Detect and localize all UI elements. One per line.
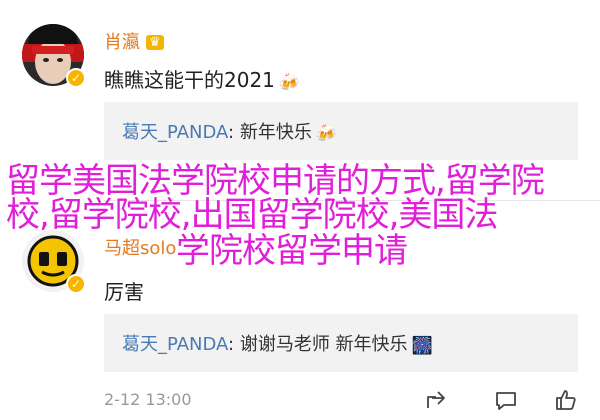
comment-text-content: 瞧瞧这能干的2021 (104, 68, 275, 92)
reply-username[interactable]: 葛天_PANDA (122, 122, 228, 143)
username-text: 马超solo (104, 238, 177, 259)
reply-box[interactable]: 葛天_PANDA: 新年快乐 🍻 (104, 102, 578, 160)
reply-separator: : (228, 122, 240, 143)
username[interactable]: 肖瀛 ♛ (104, 28, 164, 54)
reply-text: 谢谢马老师 新年快乐 (239, 334, 408, 355)
overlay-text-line-3: 学院校留学申请 (176, 231, 408, 271)
comment-text-content: 厉害 (104, 280, 144, 304)
thumbs-up-icon[interactable] (554, 388, 578, 412)
beer-emoji-icon: 🍻 (315, 124, 337, 144)
avatar[interactable]: ✓ (22, 230, 86, 294)
vip-icon: ♛ (146, 35, 164, 50)
comment-text: 瞧瞧这能干的2021 🍻 (104, 64, 300, 93)
reply-username[interactable]: 葛天_PANDA (122, 334, 228, 355)
overlay-text-line-2: 校,留学院校,出国留学院校,美国法 (6, 195, 498, 235)
verified-badge-icon: ✓ (66, 68, 86, 88)
verified-badge-icon: ✓ (66, 274, 86, 294)
username-text: 肖瀛 (104, 32, 140, 53)
timestamp: 2-12 13:00 (104, 390, 192, 409)
fireworks-emoji-icon: 🎆 (411, 336, 433, 356)
comment-icon[interactable] (494, 388, 518, 412)
reply-box[interactable]: 葛天_PANDA: 谢谢马老师 新年快乐 🎆 (104, 314, 578, 372)
comment-meta: 2-12 13:00 (104, 388, 578, 416)
share-icon[interactable] (424, 388, 448, 412)
username[interactable]: 马超solo (104, 234, 176, 260)
comment-text: 厉害 (104, 276, 144, 305)
reply-separator: : (228, 334, 240, 355)
beer-emoji-icon: 🍻 (278, 73, 301, 93)
reply-text: 新年快乐 (239, 122, 312, 143)
avatar[interactable]: ✓ (22, 24, 86, 88)
